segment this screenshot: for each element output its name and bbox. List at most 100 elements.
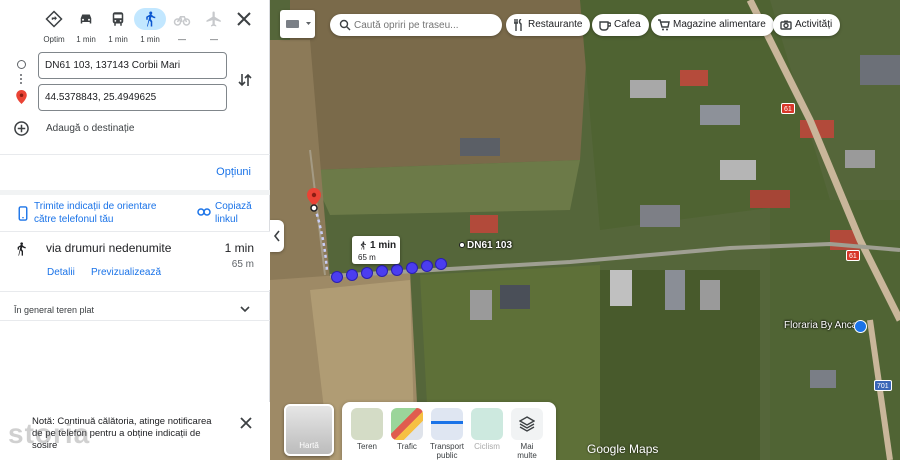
send-to-phone-line1: Trimite indicații de orientare (34, 201, 157, 212)
origin-circle-icon (17, 60, 26, 69)
coffee-icon (599, 21, 611, 31)
walk-icon (360, 241, 366, 250)
callout-time: 1 min (370, 240, 397, 251)
transit-layer-icon (431, 408, 463, 440)
mode-transit[interactable]: 1 min (100, 8, 136, 44)
mode-best[interactable]: Optim (36, 8, 72, 44)
origin-field[interactable]: DN61 103, 137143 Corbii Mari (38, 52, 227, 79)
mode-walk[interactable]: 1 min (132, 8, 168, 44)
mode-flight-label: — (210, 35, 218, 44)
destination-field[interactable]: 44.5378843, 25.4949625 (38, 84, 227, 111)
add-circle-icon (14, 121, 29, 136)
chevron-down-icon[interactable] (239, 304, 251, 314)
terrain-note: În general teren plat (14, 305, 95, 315)
road-badge: 61 (781, 103, 795, 114)
route-time: 1 min (224, 241, 254, 255)
map-type-label: Hartă (299, 441, 319, 450)
directions-icon (38, 8, 70, 30)
chip-activities-label: Activități (795, 19, 833, 30)
walk-icon (17, 242, 26, 256)
details-button[interactable]: Detalii (47, 267, 75, 278)
cycling-icon (471, 408, 503, 440)
divider (0, 291, 270, 292)
destination-pin-icon (16, 90, 27, 104)
layer-more[interactable]: Mai multe (510, 408, 544, 460)
directions-panel: Optim 1 min 1 min 1 min — — DN61 103, 13… (0, 0, 270, 460)
mode-car[interactable]: 1 min (68, 8, 104, 44)
divider (0, 320, 270, 321)
road-badge: 701 (874, 380, 892, 391)
travel-mode-bar: Optim 1 min 1 min 1 min — — (0, 8, 270, 48)
copy-link-button[interactable]: Copiază linkul (215, 200, 252, 226)
origin-marker[interactable] (459, 242, 465, 248)
map-type-toggle[interactable]: Hartă (284, 404, 334, 456)
close-notification-icon[interactable] (240, 417, 252, 429)
divider (0, 190, 270, 195)
swap-icon[interactable] (238, 72, 252, 88)
route-name: via drumuri nedenumite (46, 241, 172, 255)
storia-watermark: storia (8, 418, 91, 449)
traffic-icon (391, 408, 423, 440)
route-dots-icon (20, 74, 22, 86)
layer-terrain[interactable]: Teren (350, 408, 384, 451)
chip-restaurants-label: Restaurante (528, 19, 583, 30)
mode-bike-label: — (178, 35, 186, 44)
preview-button[interactable]: Previzualizează (91, 267, 161, 278)
send-to-phone-row: Trimite indicații de orientare către tel… (0, 196, 270, 232)
layer-cycling-label: Ciclism (474, 442, 500, 451)
keyboard-icon (286, 20, 311, 28)
layer-terrain-label: Teren (356, 442, 377, 451)
layer-transit[interactable]: Transport public (430, 408, 464, 460)
place-label[interactable]: Floraria By Anca (784, 320, 857, 331)
chip-activities[interactable]: Activități (773, 14, 841, 36)
chevron-left-icon (273, 230, 280, 242)
cart-icon (658, 19, 670, 31)
route-distance: 65 m (231, 259, 254, 270)
layer-transit-label: Transport public (430, 442, 464, 460)
route-option[interactable]: via drumuri nedenumite 1 min 65 m Detali… (0, 232, 270, 290)
transit-icon (102, 8, 134, 30)
send-to-phone-link[interactable]: Trimite indicații de orientare către tel… (34, 200, 156, 226)
options-button[interactable]: Opțiuni (216, 166, 251, 178)
road-badge: 61 (846, 250, 860, 261)
layer-more-label: Mai multe (517, 442, 537, 460)
layers-icon (511, 408, 543, 440)
layer-traffic[interactable]: Trafic (390, 408, 424, 451)
chip-restaurants[interactable]: Restaurante (506, 14, 591, 36)
fork-knife-icon (514, 19, 522, 31)
close-icon[interactable] (235, 10, 253, 28)
chip-groceries-label: Magazine alimentare (673, 19, 766, 30)
input-tools-button[interactable] (280, 10, 315, 38)
plane-icon (198, 8, 230, 30)
route-callout[interactable]: 1 min 65 m (352, 236, 400, 264)
mode-bike[interactable]: — (164, 8, 200, 44)
mode-transit-label: 1 min (108, 35, 128, 44)
copy-link-line2: linkul (215, 214, 238, 225)
google-maps-logo: Google Maps (587, 442, 659, 456)
map-view[interactable]: Restaurante Cafea Magazine alimentare Ac… (270, 0, 900, 460)
layer-traffic-label: Trafic (397, 442, 417, 451)
chip-coffee[interactable]: Cafea (592, 14, 649, 36)
mode-car-label: 1 min (76, 35, 96, 44)
chip-groceries[interactable]: Magazine alimentare (651, 14, 774, 36)
mode-flight[interactable]: — (196, 8, 232, 44)
search-icon (339, 19, 351, 31)
layer-cycling[interactable]: Ciclism (470, 408, 504, 451)
collapse-panel-button[interactable] (270, 220, 284, 252)
satellite-imagery (270, 0, 900, 460)
search-along-route[interactable] (330, 14, 502, 36)
chip-coffee-label: Cafea (614, 19, 641, 30)
mode-walk-label: 1 min (140, 35, 160, 44)
origin-map-label: DN61 103 (467, 240, 513, 251)
copy-link-line1: Copiază (215, 201, 252, 212)
bike-icon (166, 8, 198, 30)
add-destination[interactable]: Adaugă o destinație (14, 120, 254, 138)
layers-panel: Teren Trafic Transport public Ciclism Ma… (342, 402, 556, 460)
mode-best-label: Optim (43, 35, 65, 44)
shop-icon[interactable] (854, 320, 867, 333)
send-to-phone-line2: către telefonul tău (34, 214, 114, 225)
search-input[interactable] (354, 18, 494, 32)
phone-icon (18, 206, 28, 221)
terrain-icon (351, 408, 383, 440)
link-icon (197, 208, 211, 216)
